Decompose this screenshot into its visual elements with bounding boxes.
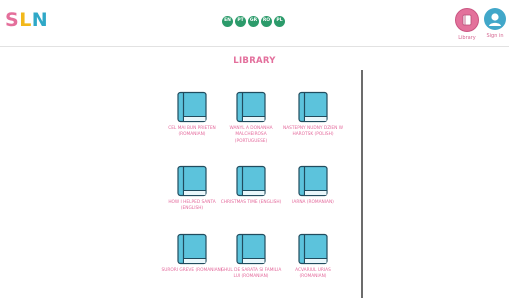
library-icon bbox=[455, 8, 479, 32]
page: SLN EN PT GR RO PL Library Sign in LIBRA… bbox=[0, 0, 509, 298]
book-item[interactable]: NASTEPNY NUDNY DZIEN W HAROTSK (POLISH) bbox=[281, 90, 345, 139]
book-item[interactable]: IARNA (ROMANIAN) bbox=[281, 164, 345, 206]
book-item[interactable]: ACVARIUL URIAS (ROMANIAN) bbox=[281, 232, 345, 281]
library-label: Library bbox=[458, 35, 476, 41]
book-title: CHRISTMAS TIME (ENGLISH) bbox=[220, 200, 282, 205]
book-item[interactable]: HOW I HELPED SANTA (ENGLISH) bbox=[160, 164, 224, 213]
lang-pt-button[interactable]: PT bbox=[235, 16, 246, 27]
user-icon bbox=[484, 8, 506, 30]
book-title: IARNA (ROMANIAN) bbox=[292, 200, 334, 205]
book-icon bbox=[298, 233, 328, 265]
book-item[interactable]: CEL MAI BUN PRIETEN (ROMANIAN) bbox=[160, 90, 224, 139]
book-icon bbox=[236, 91, 266, 123]
book-icon bbox=[177, 165, 207, 197]
book-item[interactable]: WANYL A DONANHA MALCHEIROSA (PORTUGUESE) bbox=[219, 90, 283, 145]
page-title: LIBRARY bbox=[233, 56, 276, 66]
book-title: WANYL A DONANHA MALCHEIROSA (PORTUGUESE) bbox=[229, 126, 273, 144]
book-title: HOW I HELPED SANTA (ENGLISH) bbox=[168, 200, 216, 212]
signin-button[interactable]: Sign in bbox=[481, 8, 509, 39]
book-icon bbox=[298, 165, 328, 197]
language-selector: EN PT GR RO PL bbox=[222, 16, 285, 28]
book-item[interactable]: CHRISTMAS TIME (ENGLISH) bbox=[219, 164, 283, 206]
lang-pl-button[interactable]: PL bbox=[274, 16, 285, 27]
book-title: CEL MAI BUN PRIETEN (ROMANIAN) bbox=[168, 126, 216, 138]
logo[interactable]: SLN bbox=[5, 9, 48, 31]
book-title: NASTEPNY NUDNY DZIEN W HAROTSK (POLISH) bbox=[283, 126, 343, 138]
lang-ro-button[interactable]: RO bbox=[261, 16, 272, 27]
lang-en-button[interactable]: EN bbox=[222, 16, 233, 27]
book-icon bbox=[236, 233, 266, 265]
library-button[interactable]: Library bbox=[454, 8, 480, 41]
lang-gr-button[interactable]: GR bbox=[248, 16, 259, 27]
logo-letter-s: S bbox=[5, 9, 20, 31]
signin-label: Sign in bbox=[486, 33, 504, 39]
book-icon bbox=[298, 91, 328, 123]
book-item[interactable]: GHUL DE SARATA SI FAMILIA LUI (ROMANIAN) bbox=[219, 232, 283, 281]
logo-letter-l: L bbox=[19, 9, 32, 31]
book-icon bbox=[177, 91, 207, 123]
vertical-divider bbox=[361, 70, 363, 298]
book-icon bbox=[177, 233, 207, 265]
book-icon bbox=[236, 165, 266, 197]
book-title: SURORI GREVE (ROMANIAN) bbox=[161, 268, 223, 273]
logo-letter-n: N bbox=[31, 9, 49, 31]
book-title: GHUL DE SARATA SI FAMILIA LUI (ROMANIAN) bbox=[220, 268, 282, 280]
header: SLN EN PT GR RO PL Library Sign in bbox=[0, 0, 509, 47]
book-item[interactable]: SURORI GREVE (ROMANIAN) bbox=[160, 232, 224, 274]
book-title: ACVARIUL URIAS (ROMANIAN) bbox=[295, 268, 331, 280]
